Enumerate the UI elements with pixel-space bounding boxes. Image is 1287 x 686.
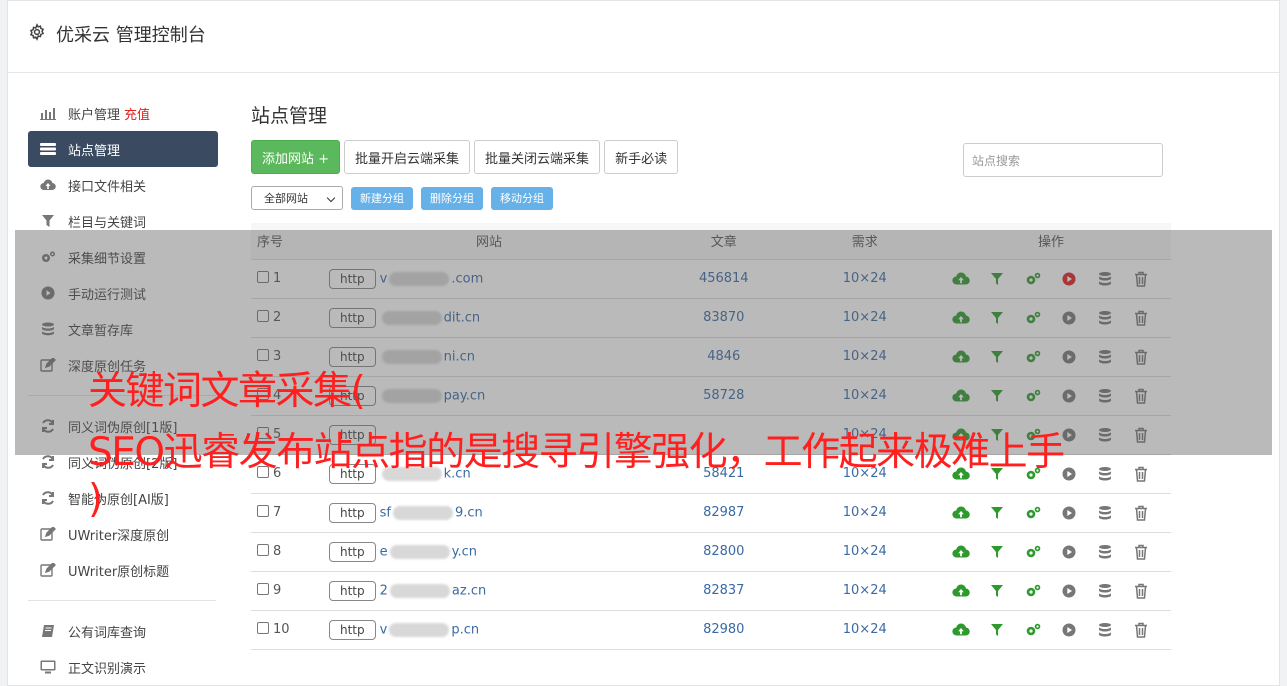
site-search-input[interactable]: 站点搜索 xyxy=(963,143,1163,177)
site-url-head[interactable]: v xyxy=(380,622,388,637)
site-url-head[interactable]: e xyxy=(380,544,388,559)
cloud-upload-icon xyxy=(39,178,57,192)
sidebar-item-book[interactable]: 公有词库查询 xyxy=(28,613,218,649)
search-placeholder: 站点搜索 xyxy=(972,153,1021,168)
brand: 优采云 管理控制台 xyxy=(28,21,206,47)
trash-icon[interactable] xyxy=(1132,622,1150,638)
row-checkbox[interactable] xyxy=(257,544,269,556)
caption-line-2: SEO迅睿发布站点指的是搜寻引擎强化，工作起来极难上手 xyxy=(88,430,1065,475)
sidebar-item-edit[interactable]: UWriter原创标题 xyxy=(28,552,218,588)
trash-icon[interactable] xyxy=(1132,466,1150,482)
cloud-upload-icon[interactable] xyxy=(952,544,970,560)
delete-group-button[interactable]: 删除分组 xyxy=(421,186,483,210)
row-index-cell: 10 xyxy=(251,610,329,650)
database-icon[interactable] xyxy=(1096,466,1114,482)
row-checkbox[interactable] xyxy=(257,583,269,595)
database-icon[interactable] xyxy=(1096,622,1114,638)
sidebar-item-cloud-upload[interactable]: 接口文件相关 xyxy=(28,167,218,203)
demand-value: 10×24 xyxy=(798,610,931,650)
play-circle-icon[interactable] xyxy=(1060,544,1078,560)
site-url-tail[interactable]: p.cn xyxy=(451,622,479,637)
monitor-icon xyxy=(39,660,57,674)
gear-icon xyxy=(28,22,46,46)
actions-cell xyxy=(931,610,1171,650)
filter-icon[interactable] xyxy=(988,583,1006,599)
sidebar-item-label: UWriter原创标题 xyxy=(68,564,170,580)
cogs-icon[interactable] xyxy=(1024,544,1042,560)
protocol-badge: http xyxy=(329,619,376,640)
site-url-head[interactable]: 2 xyxy=(380,583,388,598)
filter-icon[interactable] xyxy=(988,544,1006,560)
bar-chart-icon xyxy=(39,106,57,120)
row-checkbox[interactable] xyxy=(257,622,269,634)
filter-icon xyxy=(39,214,57,228)
redacted-domain xyxy=(389,583,450,598)
group-toolbar: 全部网站 新建分组 删除分组 移动分组 xyxy=(251,186,1171,210)
cogs-icon[interactable] xyxy=(1024,583,1042,599)
row-index: 10 xyxy=(273,622,290,637)
move-group-button[interactable]: 移动分组 xyxy=(491,186,553,210)
protocol-badge: http xyxy=(329,580,376,601)
edit-icon xyxy=(39,527,57,541)
server-list-icon xyxy=(39,142,57,156)
sidebar-item-label: 接口文件相关 xyxy=(68,179,147,195)
filter-icon[interactable] xyxy=(988,622,1006,638)
table-row: 9 http 2 az.cn 82837 10×24 xyxy=(251,571,1171,611)
site-cell: http 2 az.cn xyxy=(329,571,649,611)
site-url-tail[interactable]: y.cn xyxy=(452,544,477,559)
sidebar-item-label: 公有词库查询 xyxy=(68,625,147,641)
redacted-domain xyxy=(389,544,450,559)
demand-value: 10×24 xyxy=(798,571,931,611)
row-index: 9 xyxy=(273,583,282,598)
site-cell: http v p.cn xyxy=(329,610,649,650)
sidebar-item-label: 站点管理 xyxy=(68,143,121,159)
row-index-cell: 9 xyxy=(251,571,329,611)
play-circle-icon[interactable] xyxy=(1060,583,1078,599)
sidebar-item-label: 栏目与关键词 xyxy=(68,215,147,231)
row-index: 8 xyxy=(273,544,282,559)
page-title: 站点管理 xyxy=(251,105,328,127)
group-select[interactable]: 全部网站 xyxy=(251,186,343,210)
trash-icon[interactable] xyxy=(1132,505,1150,521)
cloud-upload-icon[interactable] xyxy=(952,622,970,638)
play-circle-icon[interactable] xyxy=(1060,622,1078,638)
overlay-caption: 关键词文章采集( SEO迅睿发布站点指的是搜寻引擎强化，工作起来极难上手 ) xyxy=(88,369,1065,541)
sidebar-divider xyxy=(28,600,216,601)
cogs-icon[interactable] xyxy=(1024,622,1042,638)
edit-icon xyxy=(39,563,57,577)
trash-icon[interactable] xyxy=(1132,544,1150,560)
site-url-tail[interactable]: az.cn xyxy=(452,583,486,598)
sidebar-item-bar-chart[interactable]: 账户管理 充值 xyxy=(28,95,218,131)
database-icon[interactable] xyxy=(1096,583,1114,599)
article-count: 82980 xyxy=(649,610,799,650)
sidebar-item-server-list[interactable]: 站点管理 xyxy=(28,131,218,167)
top-bar: 优采云 管理控制台 xyxy=(8,1,1279,73)
newbie-guide-button[interactable]: 新手必读 xyxy=(604,140,679,174)
database-icon[interactable] xyxy=(1096,544,1114,560)
article-count: 82837 xyxy=(649,571,799,611)
table-row: 10 http v p.cn 82980 10×24 xyxy=(251,610,1171,650)
sidebar-item-label: 账户管理 xyxy=(68,107,121,123)
cloud-upload-icon[interactable] xyxy=(952,583,970,599)
book-icon xyxy=(39,624,57,638)
new-group-button[interactable]: 新建分组 xyxy=(351,186,413,210)
refresh-icon xyxy=(39,455,57,469)
protocol-badge: http xyxy=(329,541,376,562)
sidebar-item-label: 正文识别演示 xyxy=(68,661,147,677)
add-site-button[interactable]: 添加网站 + xyxy=(251,140,341,174)
database-icon[interactable] xyxy=(1096,505,1114,521)
app-title: 优采云 管理控制台 xyxy=(56,25,206,46)
batch-enable-button[interactable]: 批量开启云端采集 xyxy=(344,140,471,174)
caption-line-3: ) xyxy=(88,477,103,522)
trash-icon[interactable] xyxy=(1132,583,1150,599)
actions-cell xyxy=(931,571,1171,611)
caption-line-1: 关键词文章采集( xyxy=(88,369,366,414)
recharge-link[interactable]: 充值 xyxy=(124,104,150,123)
redacted-domain xyxy=(389,622,450,637)
sidebar-item-monitor[interactable]: 正文识别演示 xyxy=(28,649,218,685)
refresh-icon xyxy=(39,491,57,505)
batch-disable-button[interactable]: 批量关闭云端采集 xyxy=(474,140,601,174)
